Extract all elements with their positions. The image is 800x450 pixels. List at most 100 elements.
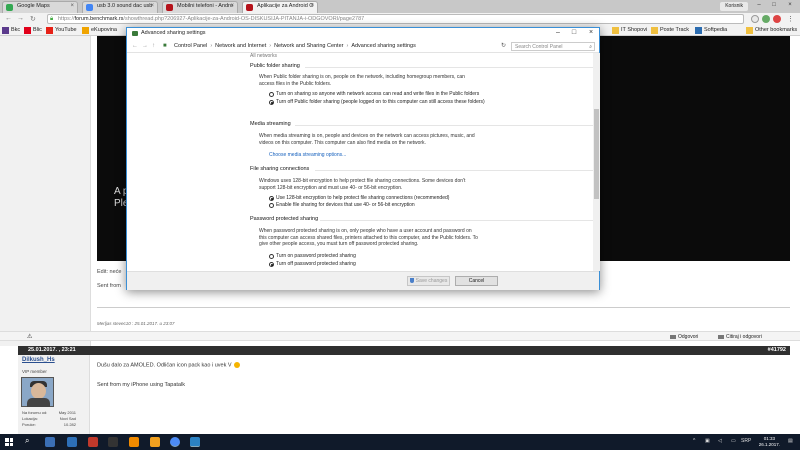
vpn-icon[interactable]: [67, 437, 77, 447]
vlc-icon[interactable]: [129, 437, 139, 447]
file-explorer-icon[interactable]: [45, 437, 55, 447]
dialog-footer: Save changes Cancel: [127, 271, 599, 290]
browser-toolbar: ← → ↻ 🔒︎ https://forum.benchmark.rs/show…: [0, 13, 800, 25]
maps-icon: [6, 4, 13, 11]
post-edit-text: Edit: neće: [97, 269, 122, 275]
breadcrumb-sharing-center[interactable]: Network and Sharing Center: [274, 43, 343, 49]
breadcrumb-network-internet[interactable]: Network and Internet: [215, 43, 266, 49]
tab-mobilni-telefoni[interactable]: Mobilni telefoni - Andro ×: [162, 1, 238, 13]
battery-icon[interactable]: ▭: [731, 438, 736, 444]
cancel-button[interactable]: Cancel: [455, 276, 498, 286]
tab-usb-dac[interactable]: usb 3.0 sound dac usb ×: [82, 1, 158, 13]
close-icon[interactable]: ×: [582, 29, 600, 36]
start-button[interactable]: [5, 438, 13, 446]
close-tab-icon[interactable]: ×: [230, 3, 234, 9]
bookmark-blic[interactable]: Blic: [24, 26, 42, 35]
forward-icon[interactable]: →: [142, 43, 148, 49]
profile-button[interactable]: Korisnik: [720, 2, 748, 11]
quote-reply-button[interactable]: Citiraj i odgovori: [718, 333, 762, 341]
bookmark-it-shopovi[interactable]: IT Shopovi: [612, 26, 647, 35]
show-hidden-icons[interactable]: ^: [693, 438, 695, 444]
close-tab-icon[interactable]: ×: [150, 3, 154, 9]
clock[interactable]: 01:33 26.1.2017.: [759, 436, 780, 448]
minimize-icon[interactable]: –: [752, 0, 766, 10]
back-icon[interactable]: ←: [132, 43, 138, 49]
username-link[interactable]: Dilkush_Hs: [22, 357, 55, 363]
browser-tab-strip: Google Maps × usb 3.0 sound dac usb × Mo…: [0, 0, 800, 13]
media-streaming-options-link[interactable]: Choose media streaming options...: [269, 152, 346, 158]
save-changes-button[interactable]: Save changes: [407, 276, 450, 286]
network-icon: [132, 31, 138, 36]
breadcrumb-control-panel[interactable]: Control Panel: [174, 43, 207, 49]
radio-128-bit-encryption[interactable]: Use 128-bit encryption to help protect f…: [269, 195, 489, 202]
maximize-icon[interactable]: □: [767, 0, 781, 10]
avatar[interactable]: [21, 377, 54, 407]
reload-icon[interactable]: ↻: [30, 15, 36, 23]
radio-password-sharing-off[interactable]: Turn off password protected sharing: [269, 261, 489, 268]
edited-note: Merljas stevec10 : 25.01.2017. u 23:07: [97, 321, 175, 326]
section-file-sharing: File sharing connections: [250, 166, 310, 172]
uac-shield-icon: [409, 278, 414, 283]
section-password-sharing: Password protected sharing: [250, 216, 319, 222]
radio-password-sharing-on[interactable]: Turn on password protected sharing: [269, 253, 489, 260]
tab-aplikacije-android[interactable]: Aplikacije za Android O ×: [242, 1, 318, 13]
app-icon[interactable]: [108, 437, 118, 447]
control-panel-icon[interactable]: [190, 437, 200, 447]
radio-public-sharing-off[interactable]: Turn off Public folder sharing (people l…: [269, 99, 489, 106]
volume-icon[interactable]: ◁: [718, 438, 722, 444]
post-number-link[interactable]: #41792: [768, 346, 786, 355]
smiley-icon: [233, 362, 240, 368]
scrollbar-thumb[interactable]: [594, 109, 599, 199]
notification-icon[interactable]: ▤: [788, 438, 793, 444]
report-icon[interactable]: ⚠: [27, 333, 32, 340]
scrollbar[interactable]: [593, 53, 600, 271]
radio-40-56-bit-encryption[interactable]: Enable file sharing for devices that use…: [269, 202, 489, 209]
vlc-icon[interactable]: [150, 437, 160, 447]
user-title: VIP member: [22, 369, 47, 374]
post-body: Dušu dalo za AMOLED. Odličan icon pack k…: [97, 362, 240, 368]
app-icon[interactable]: [88, 437, 98, 447]
bookmark-other[interactable]: Other bookmarks: [746, 26, 797, 35]
search-icon[interactable]: ⌕: [25, 436, 35, 446]
extension-icon[interactable]: [751, 15, 759, 23]
tab-google-maps[interactable]: Google Maps ×: [2, 1, 78, 13]
extension-icon[interactable]: [773, 15, 781, 23]
settings-content: All networks Public folder sharing When …: [127, 53, 593, 271]
benchmark-icon: [166, 4, 173, 11]
window-titlebar[interactable]: Advanced sharing settings – □ ×: [127, 28, 599, 40]
chrome-icon[interactable]: [170, 437, 180, 447]
close-icon[interactable]: ×: [783, 0, 797, 10]
windows-taskbar: ⌕ ^ ▣ ◁ ▭ SRP 01:33 26.1.2017. ▤: [0, 434, 800, 450]
reply-button[interactable]: Odgovori: [670, 333, 698, 341]
post-user-info: Dilkush_Hs VIP member Na forumu od: May 2…: [18, 355, 90, 434]
post-signature: Sent from: [97, 283, 121, 289]
radio-public-sharing-on[interactable]: Turn on sharing so anyone with network a…: [269, 91, 489, 98]
post-actions-bar: ⚠ Odgovori Citiraj i odgovori: [0, 331, 800, 341]
address-bar[interactable]: 🔒︎ https://forum.benchmark.rs/showthread…: [47, 14, 744, 24]
close-tab-icon[interactable]: ×: [310, 3, 314, 9]
section-media-streaming: Media streaming: [250, 121, 291, 127]
menu-icon[interactable]: ⋮: [787, 15, 794, 23]
search-icon: ⌕: [589, 44, 592, 50]
bookmark-youtube[interactable]: YouTube: [46, 26, 77, 35]
breadcrumb-advanced-sharing[interactable]: Advanced sharing settings: [351, 43, 416, 49]
close-tab-icon[interactable]: ×: [70, 3, 74, 9]
language-indicator[interactable]: SRP: [741, 438, 751, 444]
extension-icon[interactable]: [762, 15, 770, 23]
maximize-icon[interactable]: □: [565, 29, 583, 36]
advanced-sharing-window: Advanced sharing settings – □ × ← → ↑ ■ …: [126, 27, 600, 290]
network-icon[interactable]: ▣: [705, 438, 710, 444]
section-public-folder: Public folder sharing: [250, 63, 300, 69]
back-icon[interactable]: ←: [5, 15, 12, 22]
bookmark-ekupovina[interactable]: eKupovina: [82, 26, 117, 35]
post-user-column: [0, 36, 91, 346]
bookmark-bkc[interactable]: Bkc: [2, 26, 20, 35]
bookmark-softpedia[interactable]: Softpedia: [695, 26, 727, 35]
google-icon: [86, 4, 93, 11]
bookmark-poste-track[interactable]: Poste Track: [651, 26, 689, 35]
up-icon[interactable]: ↑: [152, 43, 155, 49]
forward-icon[interactable]: →: [17, 15, 24, 22]
refresh-icon[interactable]: ↻: [501, 42, 506, 49]
search-input[interactable]: Search Control Panel ⌕: [511, 42, 595, 51]
control-panel-icon: ■: [163, 43, 167, 49]
